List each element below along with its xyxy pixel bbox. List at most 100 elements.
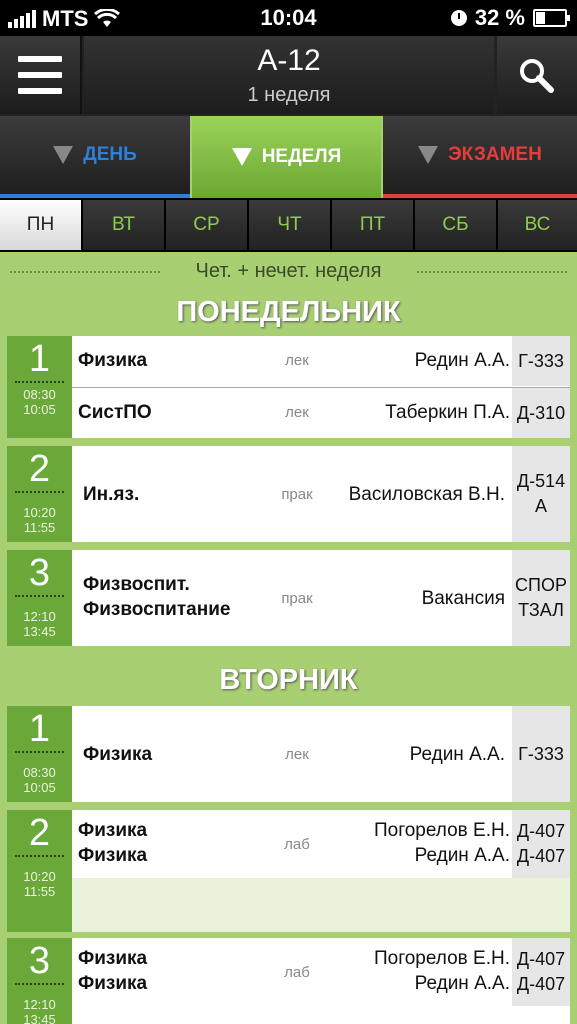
menu-button[interactable]: [0, 36, 82, 114]
room-2: Д-407: [516, 974, 566, 994]
day-tab-sun[interactable]: ВС: [498, 200, 577, 250]
battery-icon: [533, 9, 570, 27]
lesson-type: лек: [285, 404, 309, 421]
lesson-end: 11:55: [23, 884, 56, 899]
room: Д-407 Д-407: [512, 810, 570, 878]
room: СПОР ТЗАЛ: [512, 550, 570, 646]
lesson-card[interactable]: 1 08:30 10:05 Физика лек Редин А.А. Г-33…: [7, 706, 570, 802]
search-button[interactable]: [497, 36, 577, 114]
teacher: Редин А.А.: [414, 845, 510, 866]
lesson-end: 11:55: [23, 520, 56, 535]
hamburger-icon: [18, 56, 62, 62]
day-tab-tue[interactable]: ВТ: [83, 200, 164, 250]
status-bar: MTS 10:04 32 %: [0, 0, 577, 36]
subject: Физвоспит.: [83, 574, 190, 595]
lesson-end: 13:45: [23, 624, 56, 639]
subject: Ин.яз.: [83, 484, 140, 505]
lesson-number: 1: [28, 338, 51, 380]
lesson-row: Физика Физика лаб Погорелов Е.Н. Редин А…: [72, 810, 570, 878]
day-selector: ПН ВТ СР ЧТ ПТ СБ ВС: [0, 198, 577, 252]
schedule-list[interactable]: Чет. + нечет. неделя ПОНЕДЕЛЬНИК 1 08:30…: [0, 252, 577, 1024]
lesson-type: прак: [281, 590, 313, 607]
teacher: Редин А.А.: [414, 350, 510, 371]
empty-slot: [72, 878, 570, 932]
subject: Физика: [78, 973, 148, 994]
room: Д-407 Д-407: [512, 938, 570, 1006]
lesson-number-block: 2 10:20 11:55: [7, 446, 72, 542]
lesson-card[interactable]: 2 10:20 11:55 Ин.яз. прак Василовская В.…: [7, 446, 570, 542]
day-tab-thu[interactable]: ЧТ: [249, 200, 330, 250]
lesson-type: лек: [285, 352, 309, 369]
lesson-end: 10:05: [23, 780, 56, 795]
subject: Физика: [78, 350, 148, 371]
lesson-row: Физика Физика лаб Погорелов Е.Н. Редин А…: [72, 938, 570, 1006]
lesson-number: 2: [28, 448, 51, 490]
triangle-down-icon: [231, 148, 252, 166]
lesson-number-block: 2 10:20 11:55: [7, 810, 72, 932]
lesson-number-block: 1 08:30 10:05: [7, 706, 72, 802]
group-title-box: А-12 1 неделя: [84, 36, 494, 114]
teacher: Редин А.А.: [414, 973, 510, 994]
lesson-start: 08:30: [23, 387, 56, 402]
triangle-down-icon: [418, 146, 439, 164]
tab-week[interactable]: НЕДЕЛЯ: [192, 116, 381, 198]
teacher: Вакансия: [421, 588, 505, 609]
subject: СистПО: [78, 402, 152, 423]
lesson-start: 12:10: [23, 609, 56, 624]
lesson-row: Физика лек Редин А.А. Г-333: [72, 336, 570, 386]
teacher: Погорелов Е.Н.: [374, 820, 510, 841]
lesson-card[interactable]: 1 08:30 10:05 Физика лек Редин А.А. Г-33…: [7, 336, 570, 438]
room: Г-333: [512, 706, 570, 802]
room-2: Д-407: [516, 846, 566, 866]
status-right: 32 %: [450, 5, 570, 31]
tab-day-label: ДЕНЬ: [83, 144, 137, 165]
subject: Физика: [78, 948, 148, 969]
lesson-type: прак: [281, 486, 313, 503]
tab-day[interactable]: ДЕНЬ: [0, 116, 190, 198]
lesson-number: 1: [28, 708, 51, 750]
lesson-number: 3: [28, 940, 51, 982]
lesson-card[interactable]: 3 12:10 13:45 Физвоспит. Физвоспитание п…: [7, 550, 570, 646]
lesson-start: 08:30: [23, 765, 56, 780]
lesson-number-block: 3 12:10 13:45: [7, 550, 72, 646]
lesson-type: лаб: [284, 964, 310, 981]
room: Г-333: [512, 336, 570, 386]
subject: Физвоспитание: [83, 599, 231, 620]
lesson-start: 12:10: [23, 997, 56, 1012]
day-tab-fri[interactable]: ПТ: [332, 200, 413, 250]
room-1: Д-407: [516, 821, 566, 841]
lesson-number: 3: [28, 552, 51, 594]
day-tab-sat[interactable]: СБ: [415, 200, 496, 250]
subject: Физика: [78, 820, 148, 841]
day-tab-wed[interactable]: СР: [166, 200, 247, 250]
triangle-down-icon: [53, 146, 74, 164]
mode-tabs: ДЕНЬ НЕДЕЛЯ ЭКЗАМЕН: [0, 116, 577, 198]
lesson-type: лаб: [284, 836, 310, 853]
teacher: Таберкин П.А.: [385, 402, 510, 423]
teacher: Погорелов Е.Н.: [374, 948, 510, 969]
search-icon: [520, 59, 554, 93]
day-tab-mon[interactable]: ПН: [0, 200, 81, 250]
lesson-row: СистПО лек Таберкин П.А. Д-310: [72, 388, 570, 438]
week-subtitle: 1 неделя: [247, 84, 331, 106]
nav-bar: А-12 1 неделя: [0, 36, 577, 116]
hamburger-icon: [18, 72, 62, 78]
lesson-start: 10:20: [23, 505, 56, 520]
lesson-row: Физвоспит. Физвоспитание прак Вакансия С…: [72, 550, 570, 646]
room-1: Д-407: [516, 949, 566, 969]
lesson-type: лек: [285, 746, 309, 763]
subject: Физика: [78, 845, 148, 866]
teacher: Василовская В.Н.: [348, 484, 505, 505]
teacher: Редин А.А.: [409, 744, 505, 765]
lesson-card[interactable]: 2 10:20 11:55 Физика Физика лаб Погорело…: [7, 810, 570, 932]
lesson-number-block: 1 08:30 10:05: [7, 336, 72, 438]
lesson-number-block: 3 12:10 13:45: [7, 938, 72, 1024]
clock-icon: [450, 10, 467, 26]
lesson-number: 2: [28, 812, 51, 854]
room: Д-310: [512, 388, 570, 438]
tab-exam[interactable]: ЭКЗАМЕН: [383, 116, 577, 198]
lesson-end: 10:05: [23, 402, 56, 417]
hamburger-icon: [18, 88, 62, 94]
lesson-card[interactable]: 3 12:10 13:45 Физика Физика лаб Погорело…: [7, 938, 570, 1024]
week-type-label: Чет. + нечет. неделя: [0, 260, 577, 283]
